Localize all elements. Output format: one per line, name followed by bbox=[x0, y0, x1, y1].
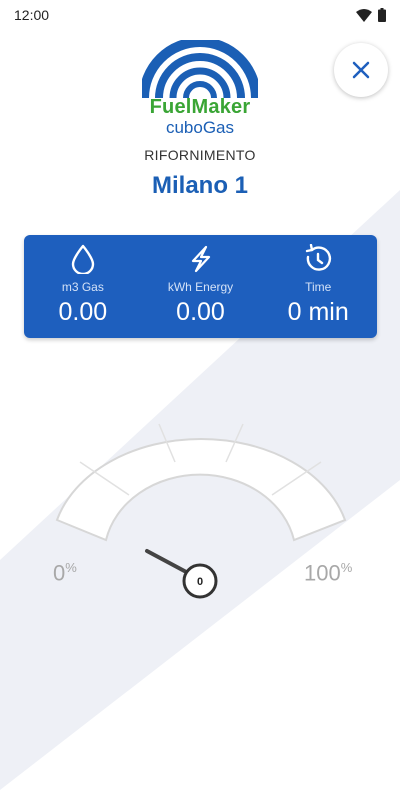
fill-gauge: 0 bbox=[55, 423, 347, 599]
stat-time-value: 0 min bbox=[287, 298, 349, 326]
stat-gas-value: 0.00 bbox=[58, 298, 108, 326]
gauge-track bbox=[55, 438, 347, 542]
close-icon bbox=[352, 61, 370, 79]
status-bar: 12:00 bbox=[0, 0, 400, 30]
brand-name: FuelMaker bbox=[149, 96, 251, 118]
battery-icon bbox=[378, 8, 386, 22]
gauge-value: 0 bbox=[197, 576, 203, 588]
status-time: 12:00 bbox=[14, 7, 50, 23]
drop-icon bbox=[71, 244, 95, 274]
stat-energy: kWh Energy 0.00 bbox=[142, 235, 260, 338]
wifi-icon bbox=[356, 8, 372, 22]
stat-time-label: Time bbox=[305, 280, 332, 294]
stat-gas: m3 Gas 0.00 bbox=[24, 235, 142, 338]
close-button[interactable] bbox=[334, 43, 388, 97]
section-title: RIFORNIMENTO bbox=[144, 147, 256, 163]
gauge-min-label: 0% bbox=[53, 560, 77, 586]
brand-subname: cuboGas bbox=[165, 118, 235, 137]
lightning-icon bbox=[191, 245, 210, 273]
stat-time: Time 0 min bbox=[259, 235, 377, 338]
stat-energy-label: kWh Energy bbox=[167, 280, 234, 294]
timer-icon bbox=[305, 244, 332, 271]
gauge-max-label: 100% bbox=[304, 560, 353, 586]
station-name: Milano 1 bbox=[151, 172, 248, 199]
stat-energy-value: 0.00 bbox=[176, 298, 225, 326]
stat-gas-label: m3 Gas bbox=[61, 280, 104, 294]
gauge-needle bbox=[145, 549, 192, 576]
status-icons bbox=[356, 8, 386, 22]
stats-card: m3 Gas 0.00 kWh Energy 0.00 Time 0 min bbox=[24, 235, 377, 338]
